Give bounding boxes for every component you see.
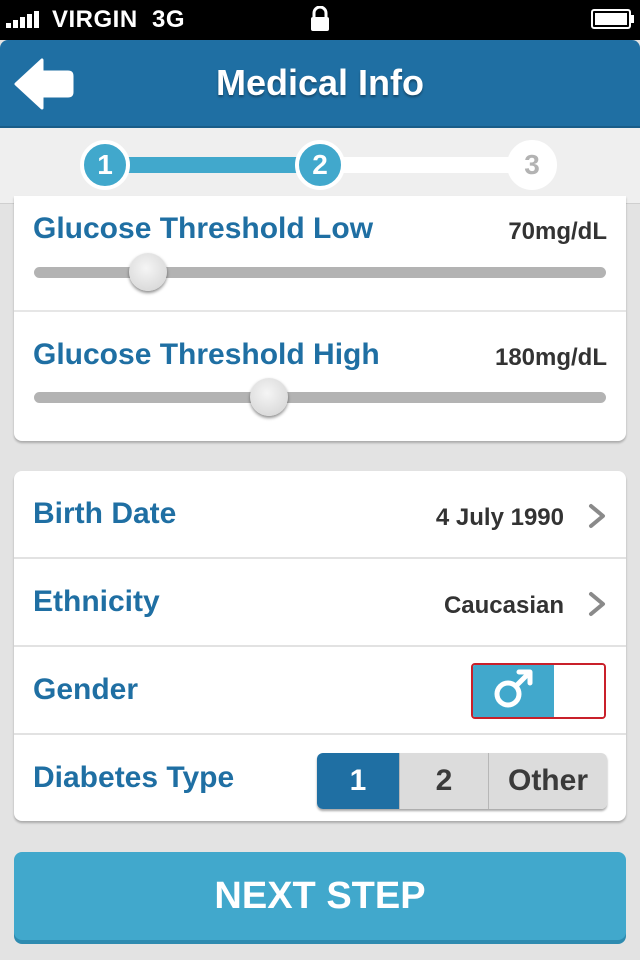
personal-info-card: Birth Date 4 July 1990 Ethnicity Caucasi…: [14, 471, 626, 821]
birth-date-value: 4 July 1990: [435, 504, 564, 531]
diabetes-type-option-1[interactable]: 1: [317, 753, 399, 809]
birth-date-row[interactable]: Birth Date 4 July 1990: [14, 471, 626, 559]
diabetes-type-option-2[interactable]: 2: [399, 753, 488, 809]
gender-toggle-off-side[interactable]: [554, 665, 604, 717]
next-step-button[interactable]: NEXT STEP: [14, 852, 626, 940]
diabetes-type-option-other[interactable]: Other: [488, 753, 607, 809]
step-1[interactable]: 1: [80, 140, 130, 190]
carrier-text: VIRGIN 3G: [52, 6, 185, 34]
lock-icon: [311, 6, 329, 31]
diabetes-type-label: Diabetes Type: [33, 761, 235, 794]
birth-date-label: Birth Date: [33, 497, 177, 530]
ethnicity-label: Ethnicity: [33, 585, 160, 618]
glucose-low-label: Glucose Threshold Low: [33, 212, 374, 245]
glucose-high-value: 180mg/dL: [494, 344, 607, 371]
navigation-bar: Medical Info: [0, 40, 640, 128]
glucose-high-label: Glucose Threshold High: [33, 338, 380, 371]
diabetes-type-selector: 1 2 Other: [317, 753, 607, 809]
glucose-thresholds-card: Glucose Threshold Low 70mg/dL Glucose Th…: [14, 196, 626, 441]
glucose-low-row: Glucose Threshold Low 70mg/dL: [14, 196, 626, 312]
glucose-low-value: 70mg/dL: [508, 218, 607, 245]
glucose-low-slider-thumb[interactable]: [129, 253, 168, 291]
step-progress-completed: [105, 157, 320, 173]
diabetes-type-row: Diabetes Type 1 2 Other: [14, 735, 626, 821]
chevron-right-icon: [589, 592, 605, 616]
male-symbol-icon: [494, 669, 533, 708]
glucose-high-slider-thumb[interactable]: [249, 378, 288, 416]
ethnicity-value: Caucasian: [443, 592, 564, 619]
signal-strength-icon: [6, 10, 46, 28]
glucose-high-slider[interactable]: [34, 392, 606, 403]
chevron-right-icon: [589, 504, 605, 528]
gender-label: Gender: [33, 673, 139, 706]
page-title: Medical Info: [215, 62, 425, 103]
battery-icon: [591, 9, 634, 29]
status-bar: VIRGIN 3G: [0, 0, 640, 40]
ethnicity-row[interactable]: Ethnicity Caucasian: [14, 559, 626, 647]
gender-toggle[interactable]: [471, 663, 606, 719]
gender-male-segment[interactable]: [473, 665, 554, 717]
step-progress: 1 2 3: [0, 128, 640, 204]
step-2[interactable]: 2: [295, 140, 345, 190]
step-progress-remaining: [320, 157, 532, 173]
glucose-high-row: Glucose Threshold High 180mg/dL: [14, 314, 626, 430]
gender-row: Gender: [14, 647, 626, 735]
network-type: 3G: [152, 6, 186, 33]
step-3[interactable]: 3: [507, 140, 557, 190]
carrier-name: VIRGIN: [52, 6, 138, 33]
glucose-low-slider[interactable]: [34, 267, 606, 278]
